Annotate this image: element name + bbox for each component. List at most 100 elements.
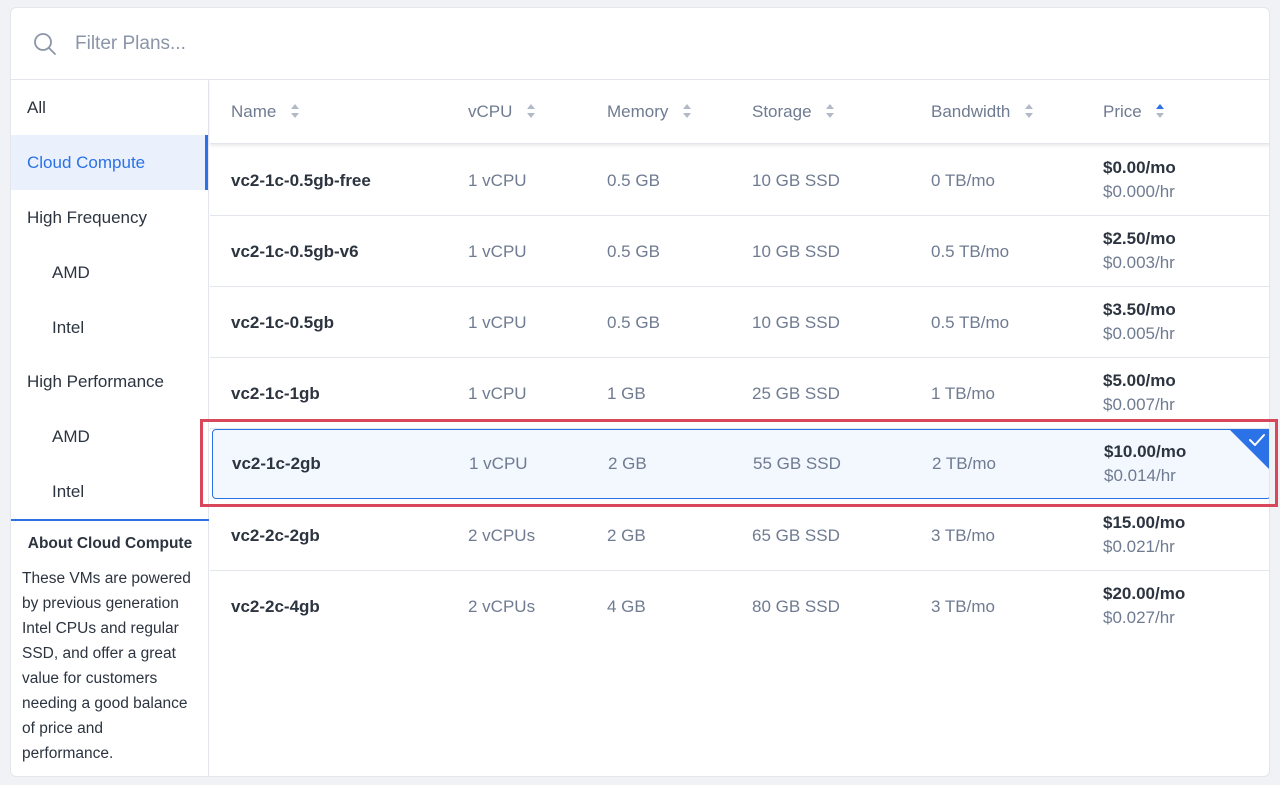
plans-table: Name vCPU Memory Storage Bandwidth Price	[210, 80, 1269, 776]
price-monthly: $3.50/mo	[1103, 300, 1176, 319]
table-row[interactable]: vc2-1c-0.5gb-free 1 vCPU 0.5 GB 10 GB SS…	[210, 145, 1269, 216]
table-row[interactable]: vc2-1c-0.5gb-v6 1 vCPU 0.5 GB 10 GB SSD …	[210, 216, 1269, 287]
price-monthly: $20.00/mo	[1103, 584, 1186, 603]
column-header-storage[interactable]: Storage	[752, 80, 835, 144]
price-hourly: $0.003/hr	[1103, 253, 1175, 272]
price-hourly: $0.005/hr	[1103, 324, 1175, 343]
price-monthly: $15.00/mo	[1103, 513, 1186, 532]
plan-memory: 2 GB	[607, 526, 646, 545]
plan-vcpu: 1 vCPU	[468, 384, 527, 403]
filter-plans-input[interactable]	[73, 26, 1243, 62]
price-hourly: $0.000/hr	[1103, 182, 1175, 201]
about-description: These VMs are powered by previous genera…	[22, 570, 191, 762]
sort-ascending-icon	[1156, 104, 1165, 119]
plan-name: vc2-1c-0.5gb	[231, 313, 334, 332]
plan-price: $0.00/mo $0.000/hr	[1103, 145, 1176, 216]
column-label: vCPU	[468, 102, 513, 121]
sidebar-item-high-frequency-intel[interactable]: Intel	[11, 300, 208, 355]
plan-bandwidth: 3 TB/mo	[931, 597, 995, 616]
plan-price: $20.00/mo $0.027/hr	[1103, 571, 1185, 642]
plan-storage: 10 GB SSD	[752, 313, 840, 332]
plan-name: vc2-1c-2gb	[232, 454, 321, 473]
sort-icon	[683, 104, 692, 119]
plan-storage: 10 GB SSD	[752, 242, 840, 261]
plan-storage: 10 GB SSD	[752, 171, 840, 190]
price-monthly: $0.00/mo	[1103, 158, 1176, 177]
column-label: Memory	[607, 102, 669, 121]
table-row[interactable]: vc2-2c-2gb 2 vCPUs 2 GB 65 GB SSD 3 TB/m…	[210, 500, 1269, 571]
sort-icon	[1025, 104, 1034, 119]
table-row[interactable]: vc2-1c-1gb 1 vCPU 1 GB 25 GB SSD 1 TB/mo…	[210, 358, 1269, 429]
about-panel: About Cloud Compute These VMs are powere…	[11, 519, 209, 766]
column-label: Bandwidth	[931, 102, 1011, 121]
table-header: Name vCPU Memory Storage Bandwidth Price	[210, 80, 1269, 144]
sidebar-item-high-performance[interactable]: High Performance	[11, 354, 208, 409]
plan-bandwidth: 0.5 TB/mo	[931, 313, 1010, 332]
plan-vcpu: 1 vCPU	[468, 313, 527, 332]
plan-name: vc2-1c-1gb	[231, 384, 320, 403]
plan-vcpu: 1 vCPU	[468, 242, 527, 261]
plan-bandwidth: 3 TB/mo	[931, 526, 995, 545]
sort-icon	[291, 104, 300, 119]
plan-price: $10.00/mo $0.014/hr	[1104, 430, 1186, 498]
price-monthly: $10.00/mo	[1104, 442, 1187, 461]
table-row-selected[interactable]: vc2-1c-2gb 1 vCPU 2 GB 55 GB SSD 2 TB/mo…	[212, 429, 1269, 499]
plan-name: vc2-2c-4gb	[231, 597, 320, 616]
price-monthly: $2.50/mo	[1103, 229, 1176, 248]
plan-bandwidth: 0.5 TB/mo	[931, 242, 1010, 261]
plan-name: vc2-2c-2gb	[231, 526, 320, 545]
price-hourly: $0.007/hr	[1103, 395, 1175, 414]
plan-memory: 1 GB	[607, 384, 646, 403]
search-icon	[34, 33, 56, 55]
sidebar-item-high-frequency-amd[interactable]: AMD	[11, 245, 208, 300]
column-header-memory[interactable]: Memory	[607, 80, 692, 144]
sidebar-item-high-frequency[interactable]: High Frequency	[11, 190, 208, 245]
column-header-vcpu[interactable]: vCPU	[468, 80, 536, 144]
plan-memory: 0.5 GB	[607, 242, 660, 261]
price-hourly: $0.014/hr	[1104, 466, 1176, 485]
column-label: Name	[231, 102, 277, 121]
plan-price: $15.00/mo $0.021/hr	[1103, 500, 1185, 571]
table-row[interactable]: vc2-1c-0.5gb 1 vCPU 0.5 GB 10 GB SSD 0.5…	[210, 287, 1269, 358]
plan-price: $5.00/mo $0.007/hr	[1103, 358, 1176, 429]
plan-category-sidebar: All Cloud Compute High Frequency AMD Int…	[11, 80, 209, 776]
filter-bar	[11, 8, 1269, 80]
plan-selector-card: All Cloud Compute High Frequency AMD Int…	[10, 7, 1270, 777]
checkmark-icon	[1229, 429, 1269, 469]
plan-bandwidth: 0 TB/mo	[931, 171, 995, 190]
sort-icon	[527, 104, 536, 119]
column-header-name[interactable]: Name	[231, 80, 300, 144]
plan-bandwidth: 1 TB/mo	[931, 384, 995, 403]
sidebar-item-high-performance-amd[interactable]: AMD	[11, 409, 208, 464]
plan-memory: 2 GB	[608, 454, 647, 473]
plan-memory: 0.5 GB	[607, 171, 660, 190]
price-monthly: $5.00/mo	[1103, 371, 1176, 390]
plan-name: vc2-1c-0.5gb-free	[231, 171, 371, 190]
plan-storage: 65 GB SSD	[752, 526, 840, 545]
sidebar-item-high-performance-intel[interactable]: Intel	[11, 464, 208, 519]
plan-name: vc2-1c-0.5gb-v6	[231, 242, 359, 261]
plan-memory: 4 GB	[607, 597, 646, 616]
column-label: Price	[1103, 102, 1142, 121]
plan-price: $2.50/mo $0.003/hr	[1103, 216, 1176, 287]
price-hourly: $0.021/hr	[1103, 537, 1175, 556]
price-hourly: $0.027/hr	[1103, 608, 1175, 627]
sidebar-item-all[interactable]: All	[11, 80, 208, 135]
plan-bandwidth: 2 TB/mo	[932, 454, 996, 473]
sort-icon	[826, 104, 835, 119]
column-label: Storage	[752, 102, 812, 121]
plan-vcpu: 2 vCPUs	[468, 526, 536, 545]
plan-storage: 55 GB SSD	[753, 454, 841, 473]
column-header-bandwidth[interactable]: Bandwidth	[931, 80, 1034, 144]
plan-price: $3.50/mo $0.005/hr	[1103, 287, 1176, 358]
plan-memory: 0.5 GB	[607, 313, 660, 332]
plan-vcpu: 1 vCPU	[468, 171, 527, 190]
table-row[interactable]: vc2-2c-4gb 2 vCPUs 4 GB 80 GB SSD 3 TB/m…	[210, 571, 1269, 642]
plan-vcpu: 2 vCPUs	[468, 597, 536, 616]
column-header-price[interactable]: Price	[1103, 80, 1165, 144]
about-title: About Cloud Compute	[27, 535, 193, 552]
plan-storage: 25 GB SSD	[752, 384, 840, 403]
plan-vcpu: 1 vCPU	[469, 454, 528, 473]
sidebar-item-cloud-compute[interactable]: Cloud Compute	[11, 135, 208, 190]
plan-storage: 80 GB SSD	[752, 597, 840, 616]
